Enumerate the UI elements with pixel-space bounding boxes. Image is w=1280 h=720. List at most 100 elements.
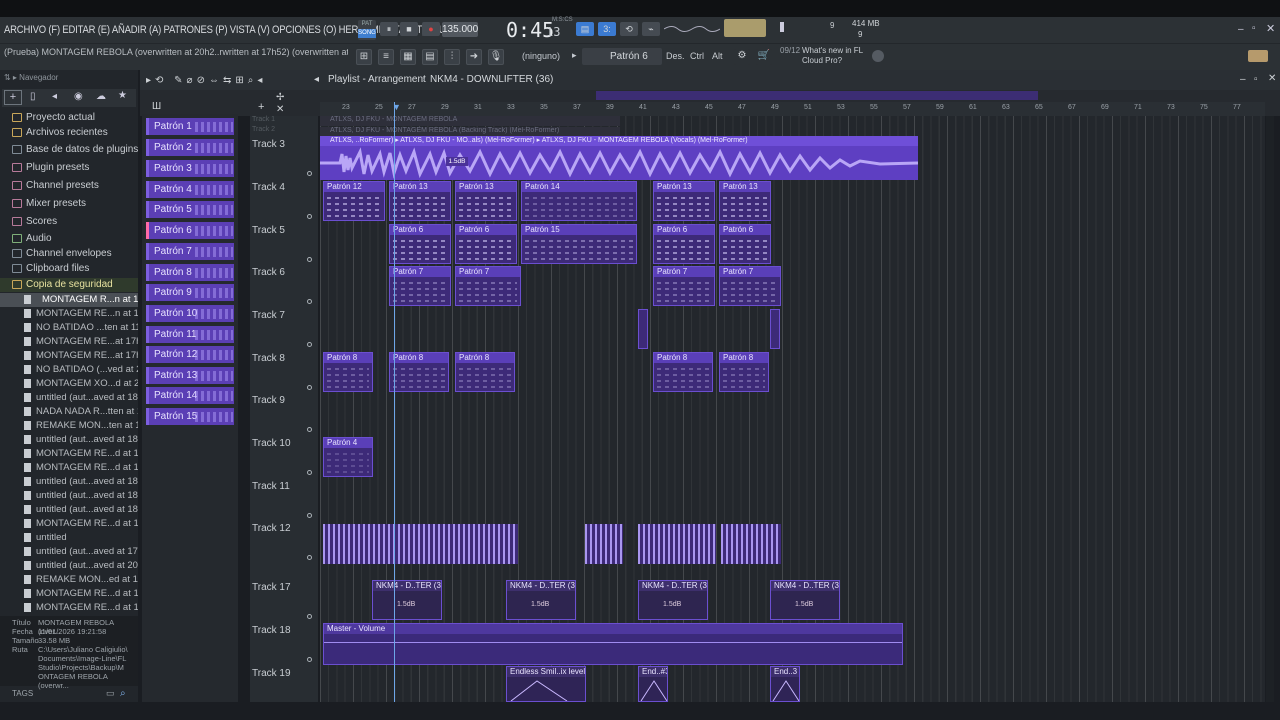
- breadcrumb-pattern[interactable]: NKM4 - DOWNLIFTER (36): [430, 74, 553, 85]
- browser-search-icon[interactable]: ⌕: [120, 688, 126, 699]
- hihat-clip[interactable]: [721, 524, 781, 564]
- pattern-item[interactable]: Patrón 15: [146, 408, 234, 425]
- user-avatar[interactable]: [1248, 50, 1268, 62]
- pattern-item[interactable]: Patrón 8: [146, 264, 234, 281]
- file-row[interactable]: MONTAGEM RE...at 17h52)_2: [0, 349, 138, 363]
- zoom-icon[interactable]: ✢: [276, 92, 284, 103]
- file-row[interactable]: REMAKE MON...ed at 19h01]: [0, 573, 138, 587]
- pattern-item[interactable]: Patrón 3: [146, 160, 234, 177]
- track-mute-icon[interactable]: [307, 470, 312, 475]
- pattern-clip[interactable]: Patrón 8: [653, 352, 713, 392]
- pattern-item[interactable]: Patrón 7: [146, 243, 234, 260]
- browser-add-icon[interactable]: +: [4, 90, 22, 105]
- track-header[interactable]: Track 18: [250, 623, 318, 666]
- file-row[interactable]: untitled (aut...aved at 18h19]: [0, 489, 138, 503]
- playlist-tools-icons[interactable]: ▸⟲ ✎⌀⊘⇔⇆⊞⌕◂: [146, 75, 266, 86]
- tempo-display[interactable]: 135.000: [442, 22, 478, 37]
- ctrl-button[interactable]: Ctrl: [690, 51, 704, 61]
- pattern-clip[interactable]: Patrón 8: [719, 352, 769, 392]
- automation-clip[interactable]: End..#3: [638, 666, 668, 702]
- pattern-clip[interactable]: Patrón 7: [719, 266, 781, 306]
- prev-arrow-icon[interactable]: ▸: [572, 50, 577, 61]
- delete-icon[interactable]: ✕: [276, 104, 284, 115]
- file-row[interactable]: untitled (aut...aved at 18h06]: [0, 503, 138, 517]
- track-header[interactable]: Track 19: [250, 666, 318, 702]
- downlifter-clip[interactable]: NKM4 - D..TER (36) 1.5dB: [372, 580, 442, 620]
- file-row[interactable]: untitled (aut...aved at 20h36]: [0, 559, 138, 573]
- add-track-icon[interactable]: +: [258, 101, 264, 113]
- pattern-clip[interactable]: Patrón 12: [323, 181, 385, 221]
- nav-item-mixer-presets[interactable]: Mixer presets: [0, 197, 138, 211]
- pattern-clip[interactable]: Patrón 6: [455, 224, 517, 264]
- pattern-snap-icon[interactable]: ▤: [576, 22, 594, 36]
- nav-item-envelopes[interactable]: Channel envelopes: [0, 247, 138, 261]
- browser-file-icon[interactable]: ▯: [30, 91, 36, 102]
- file-row[interactable]: untitled (aut...aved at 17h37]: [0, 545, 138, 559]
- pattern-item[interactable]: Patrón 10: [146, 305, 234, 322]
- pattern-item[interactable]: Patrón 14: [146, 387, 234, 404]
- vertical-scrollbar[interactable]: [1266, 116, 1274, 702]
- pattern-item[interactable]: Patrón 11: [146, 326, 234, 343]
- pattern-clip[interactable]: Patrón 8: [389, 352, 449, 392]
- pattern-item[interactable]: Patrón 5: [146, 201, 234, 218]
- maximize-window-button[interactable]: ▫: [1252, 23, 1256, 34]
- nav-item-audio[interactable]: Audio: [0, 232, 138, 246]
- navigator-arrows-icon[interactable]: ⇅ ▸: [4, 73, 19, 82]
- track-mute-icon[interactable]: [307, 342, 312, 347]
- pattern-clip[interactable]: Patrón 4: [323, 437, 373, 477]
- stop-button[interactable]: ■: [400, 22, 418, 36]
- file-row[interactable]: untitled (aut...aved at 18h58]: [0, 391, 138, 405]
- browser-star-icon[interactable]: ★: [118, 90, 127, 101]
- none-selector[interactable]: (ninguno): [522, 51, 560, 61]
- pattern-clip[interactable]: Patrón 7: [653, 266, 715, 306]
- file-row[interactable]: MONTAGEM RE...at 17h52)_3: [0, 335, 138, 349]
- track-mute-icon[interactable]: [307, 214, 312, 219]
- track-mute-icon[interactable]: [307, 513, 312, 518]
- shop-cart-icon[interactable]: 🛒: [756, 49, 772, 65]
- track-mute-icon[interactable]: [307, 171, 312, 176]
- file-row[interactable]: MONTAGEM XO...d at 21h26]: [0, 377, 138, 391]
- track-mute-icon[interactable]: [307, 385, 312, 390]
- track-mute-icon[interactable]: [307, 257, 312, 262]
- pattern-item[interactable]: Patrón 13: [146, 367, 234, 384]
- plugin-icon[interactable]: ➜: [466, 49, 482, 65]
- news-link[interactable]: What's new in FL Cloud Pro?: [802, 46, 868, 66]
- nav-item-plugin-presets[interactable]: Plugin presets: [0, 161, 138, 175]
- hihat-clip[interactable]: [585, 524, 623, 564]
- playlist-maximize-button[interactable]: ▫: [1254, 74, 1258, 85]
- track-header[interactable]: Track 5: [250, 223, 318, 266]
- track-header[interactable]: Track 2: [250, 126, 318, 135]
- pattern-clip[interactable]: Patrón 6: [719, 224, 771, 264]
- horizontal-scrollbar[interactable]: [596, 91, 1038, 100]
- file-row[interactable]: NO BATIDAO ...ten at 11h32]: [0, 321, 138, 335]
- browser-globe-icon[interactable]: ◉: [74, 91, 83, 102]
- downlifter-clip[interactable]: NKM4 - D..TER (36) 1.5dB: [638, 580, 708, 620]
- loop-record-icon[interactable]: ⟲: [620, 22, 638, 36]
- nav-item-channel-presets[interactable]: Channel presets: [0, 179, 138, 193]
- pattern-item[interactable]: Patrón 2: [146, 139, 234, 156]
- nav-item-recientes[interactable]: Archivos recientes: [0, 126, 138, 140]
- nav-item-backup[interactable]: Copia de seguridad: [0, 278, 138, 292]
- hihat-clip[interactable]: [323, 524, 518, 564]
- track-header[interactable]: Track 17: [250, 580, 318, 623]
- pattern-clip[interactable]: Patrón 7: [389, 266, 451, 306]
- file-row[interactable]: MONTAGEM RE...n at 17h52]: [0, 307, 138, 321]
- playlist-grid[interactable]: ATLXS, DJ FKU - MONTAGEM REBOLA ATLXS, D…: [320, 116, 1265, 702]
- settings-gear-icon[interactable]: ⚙: [734, 49, 750, 65]
- pattern-clip[interactable]: Patrón 6: [389, 224, 451, 264]
- pattern-item[interactable]: Patrón 4: [146, 181, 234, 198]
- file-row[interactable]: untitled (aut...aved at 18h33]: [0, 433, 138, 447]
- step-edit-icon[interactable]: ⌁: [642, 22, 660, 36]
- track-header[interactable]: Track 9: [250, 393, 318, 436]
- pattern-item[interactable]: Patrón 12: [146, 346, 234, 363]
- playlist-minimize-button[interactable]: –: [1240, 74, 1246, 85]
- record-button[interactable]: ●: [422, 22, 440, 36]
- timeline-ruler[interactable]: 23 25 27 29 31 33 35 37 39 41 43 45 47 49 51 53 55 57 59 61…: [320, 102, 1265, 116]
- tags-label[interactable]: TAGS: [12, 689, 33, 698]
- fl-cloud-icon[interactable]: [872, 50, 884, 62]
- track-mute-icon[interactable]: [307, 614, 312, 619]
- pattern-clip[interactable]: Patrón 13: [653, 181, 715, 221]
- file-row[interactable]: untitled: [0, 531, 138, 545]
- track-header[interactable]: Track 3: [250, 137, 318, 180]
- pattern-item[interactable]: Patrón 1: [146, 118, 234, 135]
